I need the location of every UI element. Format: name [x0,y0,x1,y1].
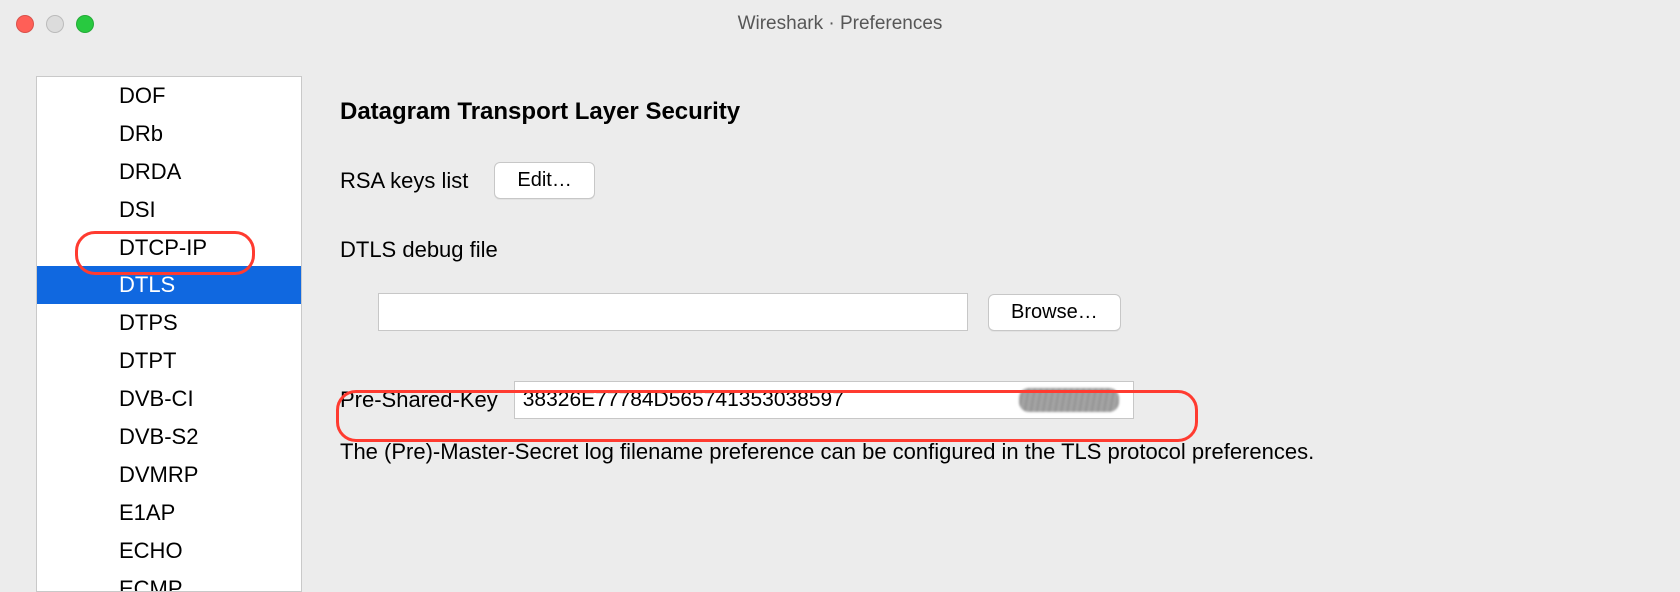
minimize-window-button[interactable] [46,15,64,33]
debug-file-input[interactable] [378,293,968,331]
sidebar-item-dtcp-ip[interactable]: DTCP-IP [37,229,301,267]
sidebar-item-dvb-ci[interactable]: DVB-CI [37,380,301,418]
sidebar-item-dvb-s2[interactable]: DVB-S2 [37,418,301,456]
sidebar-item-drda[interactable]: DRDA [37,153,301,191]
titlebar: Wireshark · Preferences [0,0,1680,48]
browse-button[interactable]: Browse… [988,294,1121,331]
close-window-button[interactable] [16,15,34,33]
preferences-panel: Datagram Transport Layer Security RSA ke… [340,76,1680,592]
sidebar-item-dtls[interactable]: DTLS [37,266,301,304]
sidebar-item-dsi[interactable]: DSI [37,191,301,229]
sidebar-item-e1ap[interactable]: E1AP [37,494,301,532]
main-area: DOF DRb DRDA DSI DTCP-IP DTLS DTPS DTPT … [0,48,1680,592]
rsa-keys-row: RSA keys list Edit… [340,162,1680,199]
psk-label: Pre-Shared-Key [340,387,498,413]
sidebar-item-drb[interactable]: DRb [37,115,301,153]
protocol-list[interactable]: DOF DRb DRDA DSI DTCP-IP DTLS DTPS DTPT … [36,76,302,592]
psk-row: Pre-Shared-Key [340,381,1680,419]
traffic-lights [0,15,94,33]
sidebar-item-dtps[interactable]: DTPS [37,304,301,342]
debug-file-label: DTLS debug file [340,237,1680,263]
sidebar-item-echo[interactable]: ECHO [37,532,301,570]
edit-rsa-keys-button[interactable]: Edit… [494,162,594,199]
sidebar-item-dvmrp[interactable]: DVMRP [37,456,301,494]
zoom-window-button[interactable] [76,15,94,33]
sidebar-item-dtpt[interactable]: DTPT [37,342,301,380]
sidebar-item-ecmp[interactable]: ECMP [37,570,301,592]
master-secret-note: The (Pre)-Master-Secret log filename pre… [340,439,1680,465]
debug-file-row: Browse… [378,293,1680,331]
rsa-keys-label: RSA keys list [340,168,468,194]
window-title: Wireshark · Preferences [738,13,943,35]
sidebar-item-dof[interactable]: DOF [37,77,301,115]
psk-input[interactable] [514,381,1134,419]
page-title: Datagram Transport Layer Security [340,98,1680,126]
